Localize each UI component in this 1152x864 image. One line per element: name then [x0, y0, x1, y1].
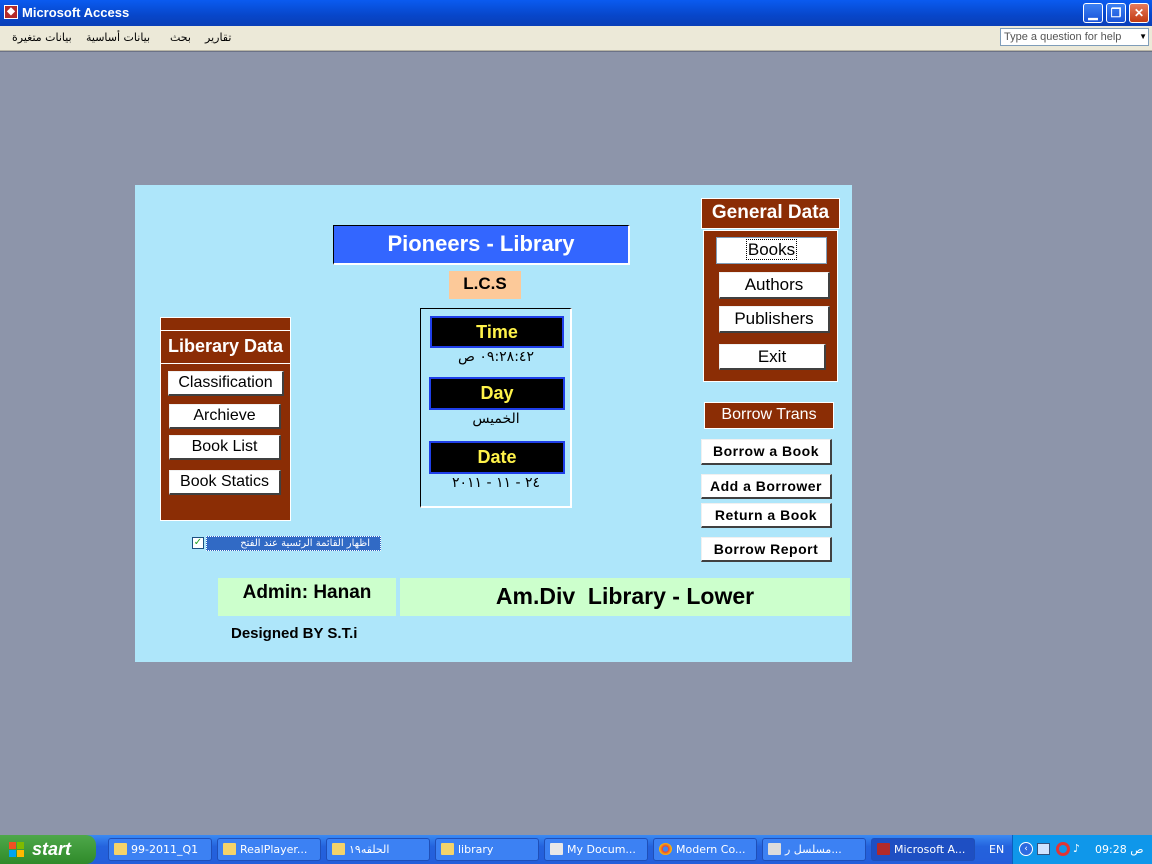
close-button[interactable]: ✕ — [1129, 3, 1149, 23]
taskbar-item-chrome[interactable]: Modern Co... — [653, 838, 757, 861]
chrome-icon — [659, 843, 672, 855]
division-label: Am.Div Library - Lower — [400, 578, 850, 616]
taskbar-item-label: library — [458, 843, 494, 856]
books-button[interactable]: Books — [716, 237, 827, 264]
main-switchboard-form: Pioneers - Library L.C.S General Data Bo… — [135, 185, 852, 662]
menu-item-reports[interactable]: تقارير — [205, 31, 231, 44]
window-title: Microsoft Access — [22, 5, 130, 20]
form-subtitle: L.C.S — [449, 271, 521, 299]
book-list-button-label: Book List — [191, 438, 258, 455]
taskbar-item-label: Modern Co... — [676, 843, 746, 856]
date-label: Date — [429, 441, 565, 474]
taskbar-item-series[interactable]: مسلسل ر... — [762, 838, 866, 861]
book-statics-button-label: Book Statics — [180, 473, 269, 490]
show-menu-checkbox-label[interactable]: اظهار القائمة الرئسية عند الفتح — [206, 536, 381, 551]
general-data-header: General Data — [711, 202, 830, 223]
show-menu-checkbox[interactable]: ✓ — [192, 537, 204, 549]
form-title: Pioneers - Library — [333, 225, 630, 265]
chevron-left-icon[interactable]: ‹ — [1019, 842, 1033, 856]
borrow-report-label: Borrow Report — [713, 541, 819, 557]
exit-button[interactable]: Exit — [719, 344, 826, 370]
folder-icon — [332, 843, 345, 855]
return-a-book-button[interactable]: Return a Book — [701, 503, 832, 528]
start-button[interactable]: start — [0, 835, 96, 864]
restore-button[interactable]: ❐ — [1106, 3, 1126, 23]
taskbar-item-episode19[interactable]: الحلقه١٩ — [326, 838, 430, 861]
exit-button-label: Exit — [757, 347, 787, 366]
menu-bar: تقارير بحث بيانات أساسية بيانات متغيرة T… — [0, 26, 1152, 51]
taskbar-item-library[interactable]: library — [435, 838, 539, 861]
taskbar-item-label: Microsoft A... — [894, 843, 966, 856]
borrow-a-book-label: Borrow a Book — [712, 443, 820, 459]
folder-icon — [114, 843, 127, 855]
borrow-a-book-button[interactable]: Borrow a Book — [701, 439, 832, 465]
folder-icon — [441, 843, 454, 855]
taskbar-item-microsoft-access[interactable]: Microsoft A... — [871, 838, 975, 861]
time-value: ٠٩:٢٨:٤٢ ص — [458, 349, 534, 365]
archieve-button[interactable]: Archieve — [169, 404, 281, 429]
menu-item-variable-data[interactable]: بيانات متغيرة — [12, 31, 72, 44]
taskbar: start 99-2011_Q1 RealPlayer... الحلقه١٩ … — [0, 835, 1152, 864]
taskbar-item-label: الحلقه١٩ — [349, 843, 390, 856]
network-icon[interactable] — [1037, 843, 1050, 855]
taskbar-item-label: My Docum... — [567, 843, 636, 856]
authors-button-label: Authors — [744, 275, 804, 294]
menu-item-search[interactable]: بحث — [170, 31, 191, 44]
windows-logo-icon — [9, 842, 25, 858]
taskbar-clock[interactable]: 09:28 ص — [1095, 843, 1144, 856]
antivirus-icon[interactable] — [1056, 842, 1070, 856]
library-data-header-box: Liberary Data — [160, 330, 291, 364]
classification-button[interactable]: Classification — [168, 371, 284, 396]
folder-icon — [223, 843, 236, 855]
book-list-button[interactable]: Book List — [169, 435, 281, 460]
access-icon — [877, 843, 890, 855]
taskbar-item-my-documents[interactable]: My Docum... — [544, 838, 648, 861]
publishers-button-label: Publishers — [734, 309, 814, 328]
day-value: الخميس — [472, 411, 520, 427]
borrow-trans-header: Borrow Trans — [721, 406, 817, 423]
taskbar-item-label: RealPlayer... — [240, 843, 308, 856]
taskbar-item-realplayer[interactable]: RealPlayer... — [217, 838, 321, 861]
authors-button[interactable]: Authors — [719, 272, 830, 299]
taskbar-item-label: مسلسل ر... — [785, 843, 842, 856]
chevron-down-icon[interactable]: ▼ — [1139, 29, 1147, 45]
system-tray: ‹ ♪ 09:28 ص — [1012, 835, 1152, 864]
borrow-report-button[interactable]: Borrow Report — [701, 537, 832, 562]
books-button-label: Books — [745, 239, 798, 260]
return-a-book-label: Return a Book — [714, 507, 818, 523]
start-label: start — [32, 839, 72, 859]
language-indicator[interactable]: EN — [989, 843, 1004, 856]
mdi-border — [0, 51, 1152, 52]
classification-button-label: Classification — [178, 374, 273, 391]
minimize-button[interactable]: ▁ — [1083, 3, 1103, 23]
taskbar-item-folder-q1[interactable]: 99-2011_Q1 — [108, 838, 212, 861]
library-data-header: Liberary Data — [167, 336, 284, 356]
admin-label: Admin: Hanan — [218, 578, 396, 616]
document-icon — [550, 843, 563, 855]
general-data-header-box: General Data — [701, 198, 840, 229]
help-search-placeholder: Type a question for help — [1004, 31, 1122, 43]
access-app-icon: ◆ — [4, 5, 18, 19]
publishers-button[interactable]: Publishers — [719, 306, 830, 333]
menu-item-basic-data[interactable]: بيانات أساسية — [86, 31, 150, 44]
designer-credit: Designed BY S.T.i — [231, 625, 358, 642]
time-label: Time — [430, 316, 564, 348]
date-value: ٢٤ - ١١ - ٢٠١١ — [451, 475, 541, 491]
window-title-bar: ◆ Microsoft Access ▁ ❐ ✕ — [0, 0, 1152, 26]
taskbar-item-label: 99-2011_Q1 — [131, 843, 199, 856]
day-label: Day — [429, 377, 565, 410]
media-icon — [768, 843, 781, 855]
help-search-input[interactable]: Type a question for help ▼ — [1000, 28, 1149, 46]
add-a-borrower-button[interactable]: Add a Borrower — [701, 474, 832, 499]
sound-icon[interactable]: ♪ — [1073, 842, 1085, 856]
archieve-button-label: Archieve — [193, 407, 256, 424]
book-statics-button[interactable]: Book Statics — [169, 470, 281, 495]
add-a-borrower-label: Add a Borrower — [709, 478, 822, 494]
borrow-trans-header-box: Borrow Trans — [704, 402, 834, 429]
